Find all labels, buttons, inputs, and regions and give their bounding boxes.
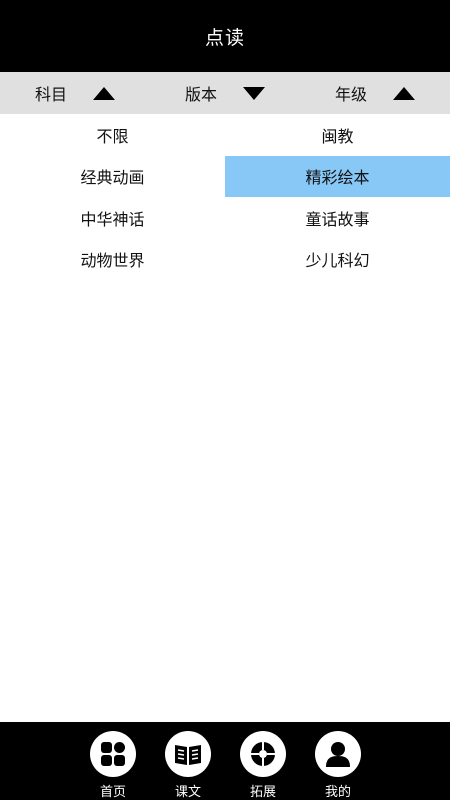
filter-grade-label: 年级	[334, 85, 367, 104]
option-item-selected[interactable]: 精彩绘本	[225, 155, 450, 197]
filter-bar: 科目 版本 年级	[0, 72, 450, 114]
option-item[interactable]: 动物世界	[0, 239, 225, 281]
nav-extend[interactable]: 拓展	[233, 731, 293, 800]
filter-subject-label: 科目	[34, 85, 67, 104]
nav-home-label: 首页	[99, 785, 126, 800]
book-icon	[165, 731, 211, 777]
option-item[interactable]: 不限	[0, 114, 225, 156]
option-item[interactable]: 少儿科幻	[225, 239, 450, 281]
filter-grade[interactable]: 年级	[300, 72, 450, 114]
nav-home[interactable]: 首页	[83, 731, 143, 800]
option-item[interactable]: 童话故事	[225, 197, 450, 239]
nav-profile[interactable]: 我的	[308, 731, 368, 800]
filter-edition[interactable]: 版本	[150, 72, 300, 114]
option-item[interactable]: 中华神话	[0, 197, 225, 239]
page-title: 点读	[204, 26, 245, 49]
nav-profile-label: 我的	[324, 785, 351, 800]
grid-icon	[90, 731, 136, 777]
option-item[interactable]: 经典动画	[0, 156, 225, 198]
nav-lessons[interactable]: 课文	[158, 731, 218, 800]
bottom-nav: 首页 课文 拓展 我的	[0, 722, 450, 800]
nav-lessons-label: 课文	[174, 785, 201, 800]
option-item[interactable]: 闽教	[225, 114, 450, 156]
options-grid: 不限 闽教 经典动画 精彩绘本 中华神话 童话故事 动物世界 少儿科幻	[0, 114, 450, 280]
nav-extend-label: 拓展	[249, 785, 276, 800]
ball-icon	[240, 731, 286, 777]
filter-subject[interactable]: 科目	[0, 72, 150, 114]
triangle-up-icon	[393, 86, 415, 100]
filter-edition-label: 版本	[184, 85, 217, 104]
user-icon	[315, 731, 361, 777]
triangle-up-icon	[93, 86, 115, 100]
app-header: 点读	[0, 0, 450, 72]
triangle-down-icon	[243, 86, 265, 100]
